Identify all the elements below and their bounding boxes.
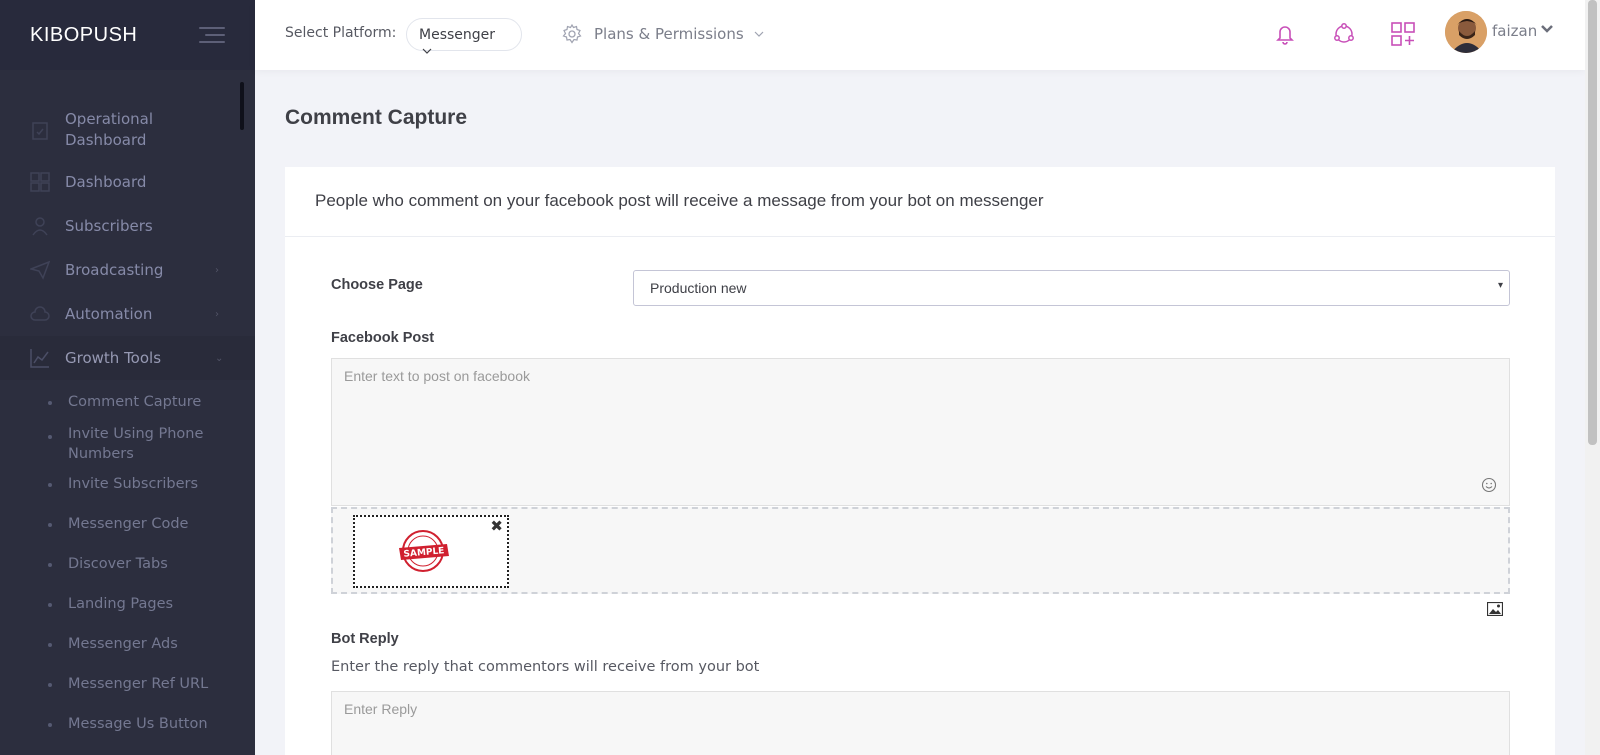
sidebar-item-label: Broadcasting — [65, 260, 164, 279]
user-icon — [32, 217, 48, 236]
brand-bar: KIBOPUSH — [0, 0, 255, 70]
submenu-item-label: Comment Capture — [68, 394, 202, 410]
sidebar-item-label: Growth Tools — [65, 348, 162, 367]
submenu-item-label: Invite Using Phone Numbers — [68, 426, 204, 462]
bullet-dot — [48, 523, 52, 527]
comment-capture-panel: People who comment on your facebook post… — [285, 167, 1555, 755]
sidebar-item-label: Subscribers — [65, 216, 153, 235]
growth-tools-submenu: Comment Capture Invite Using Phone Numbe… — [0, 380, 255, 754]
sidebar-item-label: Automation — [65, 304, 153, 323]
submenu-item-label: Messenger Code — [68, 516, 189, 532]
submenu-item-invite-subscribers[interactable]: Invite Subscribers — [0, 474, 255, 514]
hamburger-icon[interactable] — [199, 27, 225, 43]
sidebar-menu: Operational Dashboard Dashboard Subscrib… — [0, 100, 255, 754]
choose-page-select[interactable]: Production new ▾ — [633, 270, 1510, 306]
submenu-item-discover-tabs[interactable]: Discover Tabs — [0, 554, 255, 594]
chevron-down-icon[interactable] — [1540, 24, 1554, 34]
submenu-item-landing-pages[interactable]: Landing Pages — [0, 594, 255, 634]
user-name[interactable]: faizan — [1492, 22, 1537, 40]
scrollbar-thumb[interactable] — [1588, 0, 1597, 445]
bullet-dot — [48, 483, 52, 487]
submenu-item-label: Message Us Button — [68, 716, 208, 732]
sidebar-item-label: Dashboard — [65, 172, 147, 191]
facebook-post-textarea[interactable]: Enter text to post on facebook — [331, 358, 1510, 506]
bullet-dot — [48, 435, 52, 439]
apps-add-icon[interactable] — [1390, 21, 1416, 47]
bot-reply-description: Enter the reply that commentors will rec… — [331, 659, 760, 675]
bullet-dot — [48, 683, 52, 687]
bullet-dot — [48, 563, 52, 567]
bot-reply-label: Bot Reply — [331, 631, 399, 647]
chevron-down-icon — [422, 48, 432, 54]
submenu-item-label: Messenger Ref URL — [68, 676, 209, 692]
chevron-right-icon: › — [215, 264, 219, 276]
page-scrollbar[interactable] — [1585, 0, 1600, 755]
uploaded-image-thumbnail[interactable]: SAMPLE ✖ — [353, 515, 509, 588]
bullet-dot — [48, 603, 52, 607]
plans-label: Plans & Permissions — [594, 25, 744, 43]
choose-page-value: Production new — [650, 280, 747, 296]
chevron-down-icon — [754, 31, 764, 37]
submenu-item-label: Messenger Ads — [68, 636, 178, 652]
panel-heading: People who comment on your facebook post… — [285, 167, 1555, 237]
submenu-item-messenger-code[interactable]: Messenger Code — [0, 514, 255, 554]
brand-logo[interactable]: KIBOPUSH — [30, 24, 137, 47]
bullet-dot — [48, 401, 52, 405]
bell-icon[interactable] — [1272, 21, 1298, 47]
sidebar-item-broadcasting[interactable]: Broadcasting › — [0, 248, 255, 292]
avatar[interactable] — [1445, 11, 1487, 53]
clipboard-icon — [32, 122, 48, 140]
bullet-dot — [48, 723, 52, 727]
bot-reply-placeholder: Enter Reply — [344, 701, 418, 717]
sidebar-item-operational-dashboard[interactable]: Operational Dashboard — [0, 100, 255, 160]
image-upload-icon[interactable] — [1487, 602, 1503, 616]
chevron-right-icon: › — [215, 308, 219, 320]
submenu-item-invite-phone[interactable]: Invite Using Phone Numbers — [0, 424, 255, 474]
platform-value: Messenger — [419, 27, 496, 43]
submenu-item-messenger-ads[interactable]: Messenger Ads — [0, 634, 255, 674]
grid-icon — [30, 172, 50, 192]
dropdown-caret-icon: ▾ — [1497, 280, 1503, 291]
user-photo-icon — [1445, 11, 1487, 53]
chevron-down-icon: ⌄ — [215, 352, 224, 364]
sidebar-item-automation[interactable]: Automation › — [0, 292, 255, 336]
submenu-item-label: Landing Pages — [68, 596, 174, 612]
chart-line-icon — [30, 349, 49, 368]
page-title: Comment Capture — [285, 106, 468, 129]
facebook-post-label: Facebook Post — [331, 330, 435, 346]
bullet-dot — [48, 643, 52, 647]
submenu-item-comment-capture[interactable]: Comment Capture — [0, 384, 255, 424]
submenu-item-messenger-ref-url[interactable]: Messenger Ref URL — [0, 674, 255, 714]
sidebar-item-subscribers[interactable]: Subscribers — [0, 204, 255, 248]
facebook-post-placeholder: Enter text to post on facebook — [344, 368, 531, 384]
sample-stamp-image: SAMPLE — [399, 530, 449, 572]
share-nodes-icon[interactable] — [1331, 21, 1357, 47]
plans-permissions-menu[interactable]: Plans & Permissions — [562, 24, 764, 44]
bot-reply-textarea[interactable]: Enter Reply — [331, 691, 1510, 755]
submenu-item-label: Discover Tabs — [68, 556, 168, 572]
image-dropzone[interactable]: SAMPLE ✖ — [331, 507, 1510, 594]
sidebar-item-growth-tools[interactable]: Growth Tools ⌄ — [0, 336, 255, 380]
sidebar: KIBOPUSH Operational Dashboard Dashboard… — [0, 0, 255, 755]
platform-select[interactable]: Messenger — [406, 18, 522, 54]
remove-image-icon[interactable]: ✖ — [490, 517, 503, 535]
platform-label: Select Platform: — [285, 25, 397, 41]
cloud-icon — [30, 306, 50, 321]
top-header: Select Platform: Messenger Plans & Permi… — [255, 0, 1585, 70]
paper-plane-icon — [30, 260, 50, 280]
sidebar-item-dashboard[interactable]: Dashboard — [0, 160, 255, 204]
gear-icon — [562, 24, 582, 44]
sidebar-item-label: Operational Dashboard — [65, 110, 154, 149]
submenu-item-label: Invite Subscribers — [68, 476, 199, 492]
emoji-icon[interactable] — [1481, 477, 1497, 493]
choose-page-label: Choose Page — [331, 277, 423, 293]
submenu-item-message-us-button[interactable]: Message Us Button — [0, 714, 255, 754]
